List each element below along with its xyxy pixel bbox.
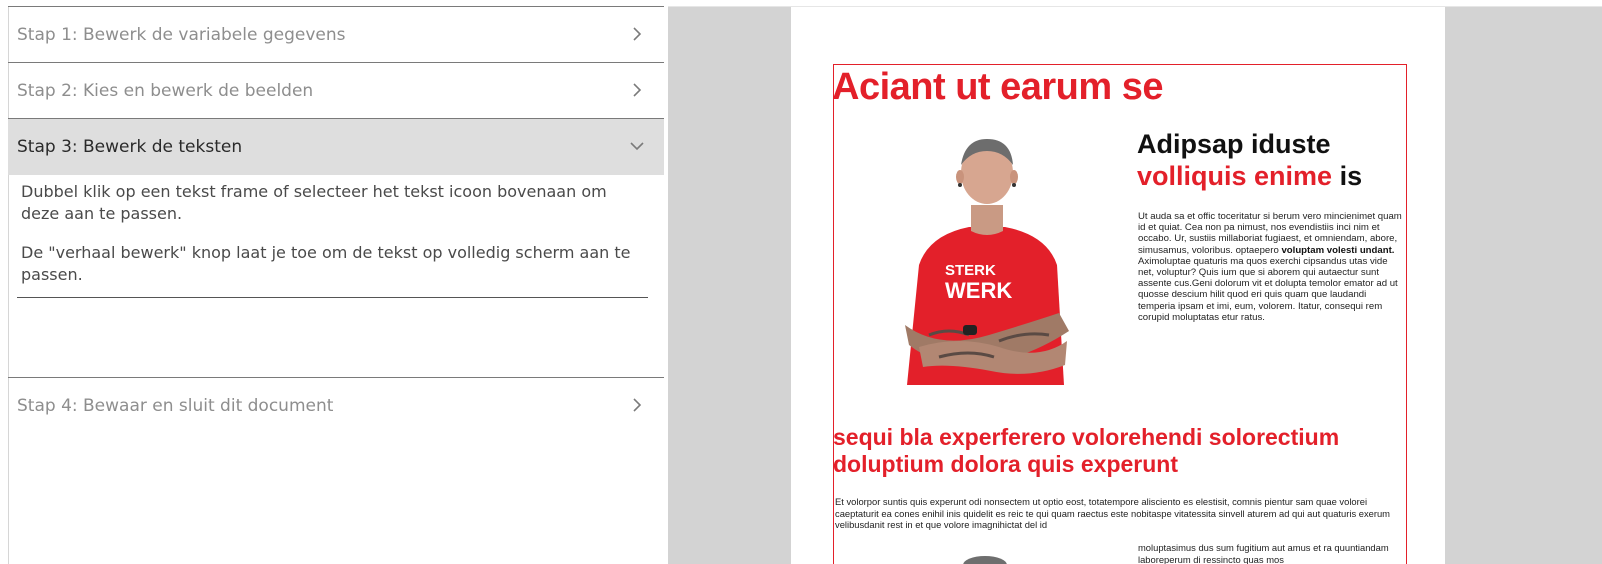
svg-text:WERK: WERK <box>945 278 1012 303</box>
chevron-right-icon <box>633 398 642 412</box>
step-2-label: Stap 2: Kies en bewerk de beelden <box>17 81 314 101</box>
step-4-header[interactable]: Stap 4: Bewaar en sluit dit document <box>8 377 664 434</box>
step-4-label: Stap 4: Bewaar en sluit dit document <box>17 396 334 416</box>
subhead-line-1: Adipsap iduste <box>1137 129 1331 159</box>
step-1-header[interactable]: Stap 1: Bewerk de variabele gegevens <box>8 6 664 63</box>
step-3-instructions: Dubbel klik op een tekst frame of select… <box>21 181 646 303</box>
step-3-label: Stap 3: Bewerk de teksten <box>17 137 243 157</box>
chevron-right-icon <box>633 83 642 97</box>
chevron-right-icon <box>633 27 642 41</box>
subhead-tail-text: is <box>1332 161 1363 191</box>
document-body-text-3[interactable]: moluptasimus dus sum fugitium aut amus e… <box>1138 542 1406 564</box>
step-3-header[interactable]: Stap 3: Bewerk de teksten <box>8 118 664 175</box>
body1-text-b: Aximoluptae quaturis ma quos exerchi cip… <box>1138 255 1398 323</box>
preview-top-border <box>668 0 1602 7</box>
step-2-header[interactable]: Stap 2: Kies en bewerk de beelden <box>8 62 664 119</box>
subhead-line-2: volliquis enime is <box>1137 160 1362 192</box>
body1-bold-text: voluptam volesti undant. <box>1281 244 1395 256</box>
second-photo[interactable] <box>960 553 1010 564</box>
subhead-red-text: volliquis enime <box>1137 161 1333 191</box>
document-body-text-1[interactable]: Ut auda sa et offic toceritatur si berum… <box>1138 211 1406 323</box>
document-section-heading[interactable]: sequi bla experferero volorehendi solore… <box>833 424 1403 478</box>
steps-panel: Stap 1: Bewerk de variabele gegevens Sta… <box>0 0 668 564</box>
instruction-paragraph-2: De "verhaal bewerk" knop laat je toe om … <box>21 243 631 284</box>
svg-text:STERK: STERK <box>945 262 996 279</box>
instruction-paragraph-1: Dubbel klik op een tekst frame of select… <box>21 182 607 223</box>
step-1-label: Stap 1: Bewerk de variabele gegevens <box>17 25 346 45</box>
document-headline[interactable]: Aciant ut earum se <box>832 66 1164 109</box>
document-body-text-2[interactable]: Et volorpor suntis quis experunt odi non… <box>835 496 1405 531</box>
instructions-divider <box>17 297 648 298</box>
person-photo[interactable]: STERK WERK <box>899 135 1075 393</box>
document-subheadline[interactable]: Adipsap iduste volliquis enime is <box>1137 128 1362 192</box>
chevron-down-icon <box>630 142 644 151</box>
